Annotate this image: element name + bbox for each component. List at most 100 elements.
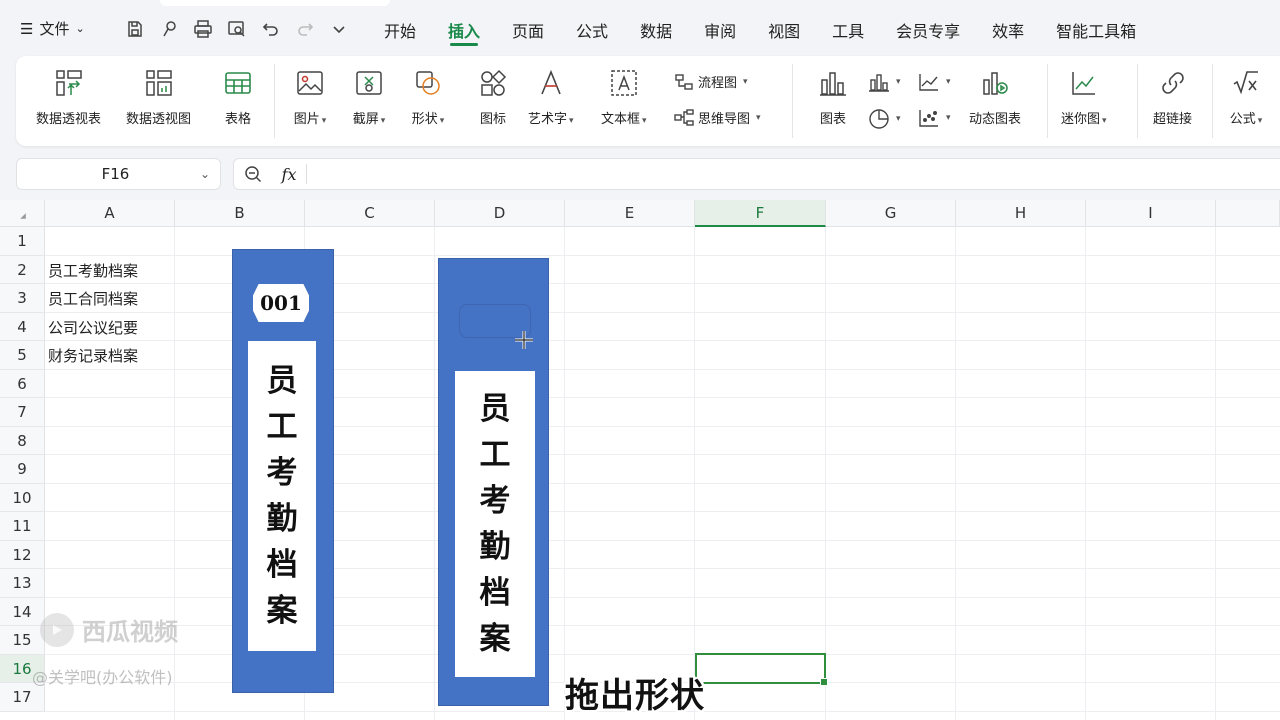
screenshot-button[interactable]: 截屏 ▾ [352, 66, 386, 127]
column-chart-button[interactable]: ▾ [868, 72, 901, 92]
row-header-15[interactable]: 15 [0, 626, 45, 655]
undo-icon[interactable] [260, 18, 282, 40]
active-cell-f16[interactable] [695, 653, 828, 686]
row-header-12[interactable]: 12 [0, 541, 45, 569]
gridline [955, 227, 956, 720]
column-header-next[interactable] [1216, 200, 1280, 227]
tab-efficiency[interactable]: 效率 [976, 0, 1040, 60]
row-header-3[interactable]: 3 [0, 284, 45, 313]
column-header-e[interactable]: E [565, 200, 695, 227]
share-icon[interactable] [158, 18, 180, 40]
gridline [564, 227, 565, 720]
tab-review[interactable]: 审阅 [688, 0, 752, 60]
column-header-a[interactable]: A [45, 200, 175, 227]
row-header-8[interactable]: 8 [0, 427, 45, 455]
line-chart-button[interactable]: ▾ [918, 72, 951, 92]
formula-input[interactable] [307, 159, 1280, 189]
menu-bar: ☰ 文件 ⌄ 开始 插入 页面 公式 数据 审阅 视图 工具 会员专享 效率 智… [0, 0, 1280, 60]
mindmap-button[interactable]: 思维导图 ▾ [674, 108, 761, 127]
textbox-button[interactable]: 文本框 ▾ [601, 66, 647, 127]
screenshot-label: 截屏 ▾ [352, 112, 386, 127]
row-header-10[interactable]: 10 [0, 484, 45, 512]
print-preview-icon[interactable] [226, 18, 248, 40]
tab-data[interactable]: 数据 [624, 0, 688, 60]
row-header-2[interactable]: 2 [0, 256, 45, 284]
menu-tabs: 开始 插入 页面 公式 数据 审阅 视图 工具 会员专享 效率 智能工具箱 [368, 0, 1152, 60]
redo-icon[interactable] [294, 18, 316, 40]
tab-formula[interactable]: 公式 [560, 0, 624, 60]
scatter-chart-button[interactable]: ▾ [918, 108, 951, 128]
ribbon-separator [274, 64, 275, 138]
chevron-down-icon: ⌄ [75, 22, 85, 35]
table-button[interactable]: 表格 [221, 66, 255, 127]
tab-insert[interactable]: 插入 [432, 0, 496, 60]
save-icon[interactable] [124, 18, 146, 40]
chart-label: 图表 [819, 112, 846, 127]
sparkline-button[interactable]: 迷你图 ▾ [1061, 66, 1107, 127]
customize-toolbar-icon[interactable] [328, 18, 350, 40]
cell-a5[interactable]: 财务记录档案 [48, 345, 138, 366]
zoom-icon[interactable] [234, 165, 272, 183]
column-header-b[interactable]: B [175, 200, 305, 227]
row-header-4[interactable]: 4 [0, 313, 45, 341]
mindmap-label: 思维导图 [698, 112, 751, 127]
spreadsheet-grid[interactable]: A B C D E F G H I 1 2 3 4 5 6 7 8 9 10 1… [0, 200, 1280, 720]
row-header-1[interactable]: 1 [0, 227, 45, 256]
tab-tools[interactable]: 工具 [816, 0, 880, 60]
pivot-table-button[interactable]: 数据透视表 [36, 66, 101, 127]
label-title-char: 勤 [266, 501, 298, 537]
select-all-corner[interactable] [0, 200, 45, 227]
chevron-down-icon[interactable]: ⌄ [190, 167, 220, 181]
label-title-char: 工 [266, 409, 298, 445]
label-title-box[interactable]: 员 工 考 勤 档 案 [248, 341, 316, 651]
dynamic-chart-button[interactable]: 动态图表 [969, 66, 1021, 127]
column-header-g[interactable]: G [826, 200, 956, 227]
print-icon[interactable] [192, 18, 214, 40]
sparkline-label: 迷你图 ▾ [1061, 112, 1107, 127]
cell-reference: F16 [101, 165, 130, 183]
flowchart-label: 流程图 [698, 76, 738, 91]
chart-button[interactable]: 图表 [816, 66, 850, 127]
file-menu-button[interactable]: ☰ 文件 ⌄ [20, 18, 85, 39]
label-title-box[interactable]: 员 工 考 勤 档 案 [455, 371, 535, 677]
picture-button[interactable]: 图片 ▾ [293, 66, 327, 127]
archive-label-shape[interactable]: 001 员 工 考 勤 档 案 [232, 249, 334, 693]
wordart-button[interactable]: 艺术字 ▾ [528, 66, 574, 127]
row-header-5[interactable]: 5 [0, 341, 45, 370]
formula-button[interactable]: 公式 ▾ [1229, 66, 1263, 127]
gridline [45, 483, 1280, 484]
row-header-14[interactable]: 14 [0, 598, 45, 626]
column-header-c[interactable]: C [305, 200, 435, 227]
pie-chart-button[interactable]: ▾ [868, 108, 901, 130]
cell-a2[interactable]: 员工考勤档案 [48, 260, 138, 281]
icon-library-icon [476, 66, 510, 100]
archive-label-shape-copy[interactable]: 员 工 考 勤 档 案 [438, 258, 549, 706]
column-header-i[interactable]: I [1086, 200, 1216, 227]
shape-icon [411, 66, 445, 100]
cell-a3[interactable]: 员工合同档案 [48, 288, 138, 309]
tab-view[interactable]: 视图 [752, 0, 816, 60]
pivot-chart-button[interactable]: 数据透视图 [126, 66, 191, 127]
row-header-13[interactable]: 13 [0, 569, 45, 598]
row-header-6[interactable]: 6 [0, 370, 45, 398]
tab-home[interactable]: 开始 [368, 0, 432, 60]
name-box[interactable]: F16 ⌄ [16, 158, 221, 190]
tab-page[interactable]: 页面 [496, 0, 560, 60]
row-header-11[interactable]: 11 [0, 512, 45, 541]
tab-smart-toolbox[interactable]: 智能工具箱 [1040, 0, 1152, 60]
row-header-7[interactable]: 7 [0, 398, 45, 427]
tab-member[interactable]: 会员专享 [880, 0, 976, 60]
shape-button[interactable]: 形状 ▾ [411, 66, 445, 127]
row-header-9[interactable]: 9 [0, 455, 45, 484]
icon-button[interactable]: 图标 [476, 66, 510, 127]
cell-a4[interactable]: 公司公议纪要 [48, 317, 138, 338]
column-header-f[interactable]: F [695, 200, 826, 227]
gridline [694, 227, 695, 720]
insert-function-icon[interactable]: fx [272, 165, 306, 184]
column-header-h[interactable]: H [956, 200, 1086, 227]
label-number-badge[interactable]: 001 [253, 284, 309, 322]
hyperlink-button[interactable]: 超链接 [1153, 66, 1192, 127]
flowchart-button[interactable]: 流程图 ▾ [674, 72, 748, 91]
column-header-d[interactable]: D [435, 200, 565, 227]
hyperlink-label: 超链接 [1153, 112, 1193, 127]
